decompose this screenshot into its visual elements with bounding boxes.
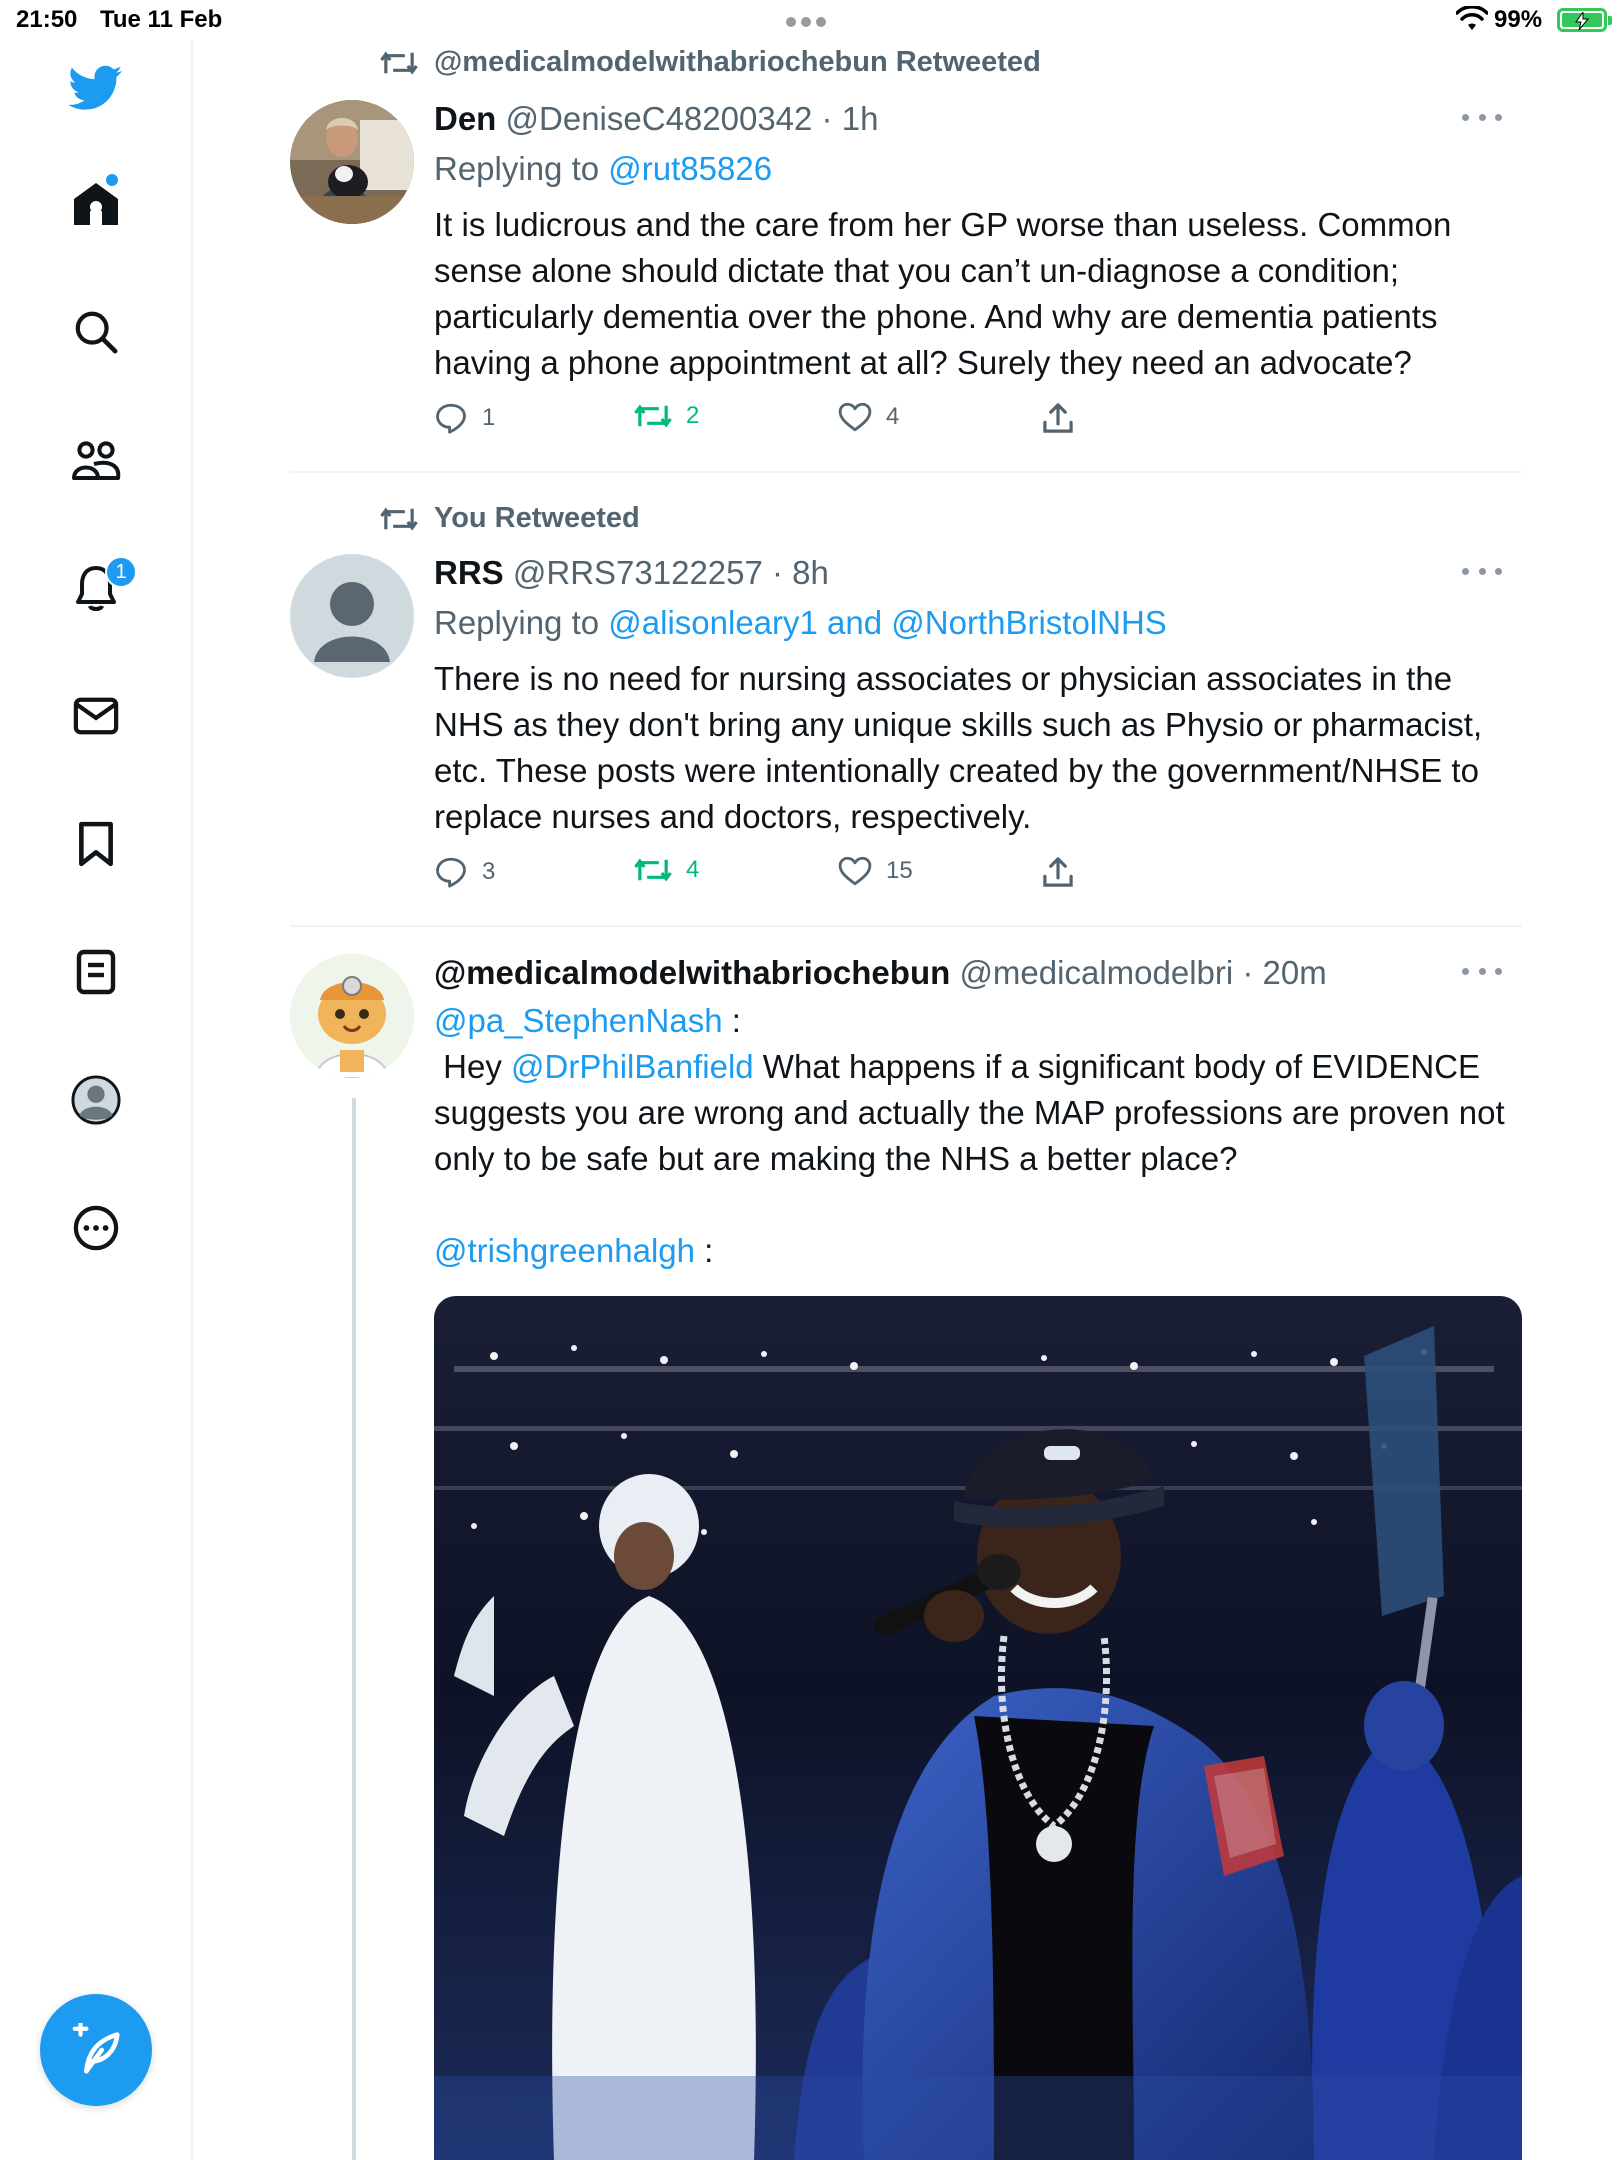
retweet-count: 4 [686, 856, 700, 883]
mention-line-2: @trishgreenhalgh : [434, 1228, 1514, 1274]
tweet-more-icon[interactable] [1462, 114, 1502, 124]
mention-link[interactable]: @trishgreenhalgh [434, 1232, 695, 1269]
like-button[interactable]: 4 [838, 402, 899, 432]
tweet-text: It is ludicrous and the care from her GP… [434, 206, 1452, 381]
battery-icon [1557, 8, 1612, 32]
share-icon [1043, 403, 1073, 433]
twitter-logo-icon[interactable] [68, 60, 124, 116]
like-count: 4 [886, 403, 900, 430]
share-button[interactable] [1042, 402, 1088, 434]
tweet-actions: 3 4 15 [434, 856, 1134, 896]
reply-button[interactable]: 1 [434, 402, 495, 434]
wifi-icon [1456, 6, 1488, 30]
avatar[interactable] [290, 554, 414, 678]
reply-count: 3 [482, 858, 496, 885]
tweet-text: There is no need for nursing associates … [434, 660, 1483, 835]
replying-prefix: Replying to [434, 604, 609, 641]
tweet-card[interactable]: @medicalmodelwithabriochebun Retweeted D… [290, 46, 1522, 436]
profile-avatar-icon[interactable] [68, 1072, 124, 1128]
bookmarks-icon[interactable] [68, 816, 124, 872]
handle-and-time[interactable]: @medicalmodelbri · 20m [959, 954, 1326, 991]
share-button[interactable] [1042, 856, 1088, 888]
replying-to: Replying to @alisonleary1 and @NorthBris… [434, 604, 1167, 642]
like-button[interactable]: 15 [838, 856, 913, 886]
heart-icon [838, 856, 872, 886]
tweet-media-image[interactable] [434, 1296, 1522, 2160]
like-count: 15 [886, 857, 913, 884]
retweet-button[interactable]: 4 [634, 856, 699, 884]
messages-envelope-icon[interactable] [68, 688, 124, 744]
tweet-card[interactable]: You Retweeted RRS @RRS73122257 · 8h Repl… [290, 502, 1522, 902]
compose-tweet-button[interactable] [40, 1994, 152, 2106]
retweet-icon [380, 51, 418, 74]
retweet-label: @medicalmodelwithabriochebun Retweeted [434, 46, 1041, 78]
tweet-header: Den @DeniseC48200342 · 1h [434, 100, 878, 138]
display-name[interactable]: Den [434, 100, 496, 137]
status-date: Tue 11 Feb [100, 6, 223, 33]
reply-icon [436, 857, 466, 888]
retweet-count: 2 [686, 402, 700, 429]
replying-to: Replying to @rut85826 [434, 150, 772, 188]
tweet-actions: 1 2 4 [434, 402, 1134, 442]
tweet-divider [290, 471, 1522, 473]
multitasking-dots-icon[interactable] [786, 14, 834, 27]
reply-icon [436, 403, 466, 434]
colon-text: : [695, 1232, 714, 1269]
tweet-header: @medicalmodelwithabriochebun @medicalmod… [434, 954, 1327, 992]
heart-icon [838, 402, 872, 432]
reply-count: 1 [482, 404, 496, 431]
mention-link[interactable]: @DrPhilBanfield [511, 1048, 754, 1085]
handle-and-time[interactable]: @RRS73122257 · 8h [513, 554, 829, 591]
avatar[interactable] [290, 954, 414, 1078]
replying-prefix: Replying to [434, 150, 609, 187]
retweet-context: @medicalmodelwithabriochebun Retweeted [380, 46, 1041, 79]
share-icon [1043, 857, 1073, 887]
display-name[interactable]: RRS [434, 554, 504, 591]
communities-icon[interactable] [68, 432, 124, 488]
notifications-badge: 1 [105, 556, 137, 588]
battery-percent: 99% [1494, 6, 1543, 33]
mention-line-1: @pa_StephenNash : [434, 998, 1514, 1044]
lists-icon[interactable] [68, 944, 124, 1000]
retweet-button[interactable]: 2 [634, 402, 699, 430]
retweet-icon [634, 858, 672, 882]
reply-button[interactable]: 3 [434, 856, 495, 888]
display-name[interactable]: @medicalmodelwithabriochebun [434, 954, 950, 991]
retweet-icon [380, 507, 418, 530]
retweet-icon [634, 404, 672, 428]
status-time: 21:50 [16, 6, 78, 33]
mention-link[interactable]: @pa_StephenNash [434, 1002, 723, 1039]
tweet-more-icon[interactable] [1462, 968, 1502, 978]
tweet-more-icon[interactable] [1462, 568, 1502, 578]
tweet-header: RRS @RRS73122257 · 8h [434, 554, 829, 592]
hey-text: Hey [434, 1048, 512, 1085]
more-options-icon[interactable] [68, 1200, 124, 1256]
retweet-label: You Retweeted [434, 502, 640, 534]
tweet-paragraph: Hey @DrPhilBanfield What happens if a si… [434, 1044, 1514, 1182]
tweet-divider [290, 925, 1522, 927]
home-unread-dot [106, 174, 118, 186]
reply-mention-link[interactable]: @rut85826 [608, 150, 772, 187]
search-icon[interactable] [68, 304, 124, 360]
status-bar: 21:50 Tue 11 Feb 99% [0, 0, 1620, 40]
tweet-text: @pa_StephenNash : Hey @DrPhilBanfield Wh… [434, 998, 1514, 1274]
avatar[interactable] [290, 100, 414, 224]
colon-text: : [722, 1002, 741, 1039]
reply-mention-link[interactable]: @alisonleary1 and @NorthBristolNHS [608, 604, 1167, 641]
compose-feather-icon [72, 2023, 120, 2074]
retweet-context: You Retweeted [380, 502, 640, 535]
handle-and-time[interactable]: @DeniseC48200342 · 1h [506, 100, 879, 137]
